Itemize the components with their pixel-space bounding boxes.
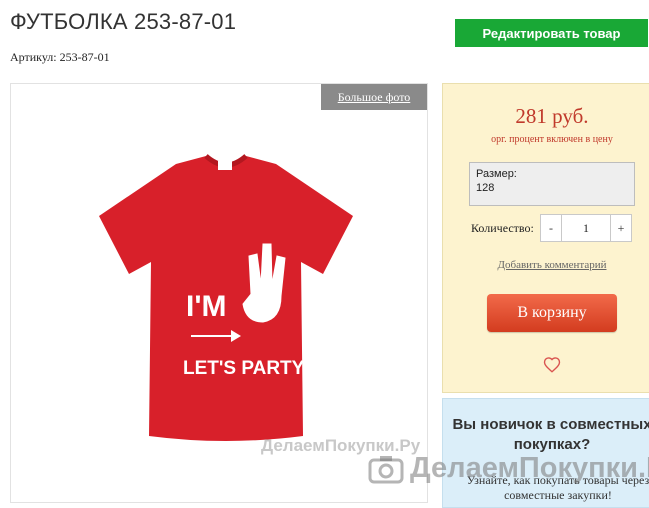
site-watermark: ДелаемПокупки.Ру	[368, 452, 649, 485]
product-photo-area[interactable]: Большое фото I'M LET'S PARTY! ДелаемПоку…	[10, 83, 428, 503]
quantity-stepper: - 1 +	[540, 214, 632, 242]
price: 281 руб.	[515, 104, 589, 128]
shirt-print-line1: I'M	[186, 290, 226, 323]
add-to-cart-button[interactable]: В корзину	[487, 294, 617, 332]
page-title: ФУТБОЛКА 253-87-01	[10, 9, 237, 34]
camera-watermark-icon	[368, 455, 404, 483]
add-comment-link[interactable]: Добавить комментарий	[443, 259, 649, 271]
shirt-print-line2: LET'S PARTY!	[183, 358, 311, 379]
watermark-text: ДелаемПокупки.Ру	[410, 452, 649, 484]
big-photo-button[interactable]: Большое фото	[321, 84, 427, 110]
fee-note: орг. процент включен в цену	[491, 134, 613, 145]
quantity-input[interactable]: 1	[561, 215, 611, 241]
quantity-minus-button[interactable]: -	[541, 215, 561, 241]
edit-product-button[interactable]: Редактировать товар	[455, 19, 648, 47]
newbie-title: Вы новичок в совместных покупках?	[452, 416, 649, 453]
quantity-plus-button[interactable]: +	[611, 215, 631, 241]
article-number: Артикул: 253-87-01	[10, 50, 110, 64]
quantity-label: Количество:	[471, 221, 534, 235]
tshirt-image: I'M LET'S PARTY!	[99, 154, 353, 441]
heart-icon[interactable]	[543, 356, 561, 374]
size-label: Размер:	[476, 168, 517, 180]
size-value: 128	[476, 182, 495, 194]
size-selector[interactable]: Размер: 128	[469, 162, 635, 206]
purchase-panel: 281 руб. орг. процент включен в цену Раз…	[442, 83, 649, 393]
